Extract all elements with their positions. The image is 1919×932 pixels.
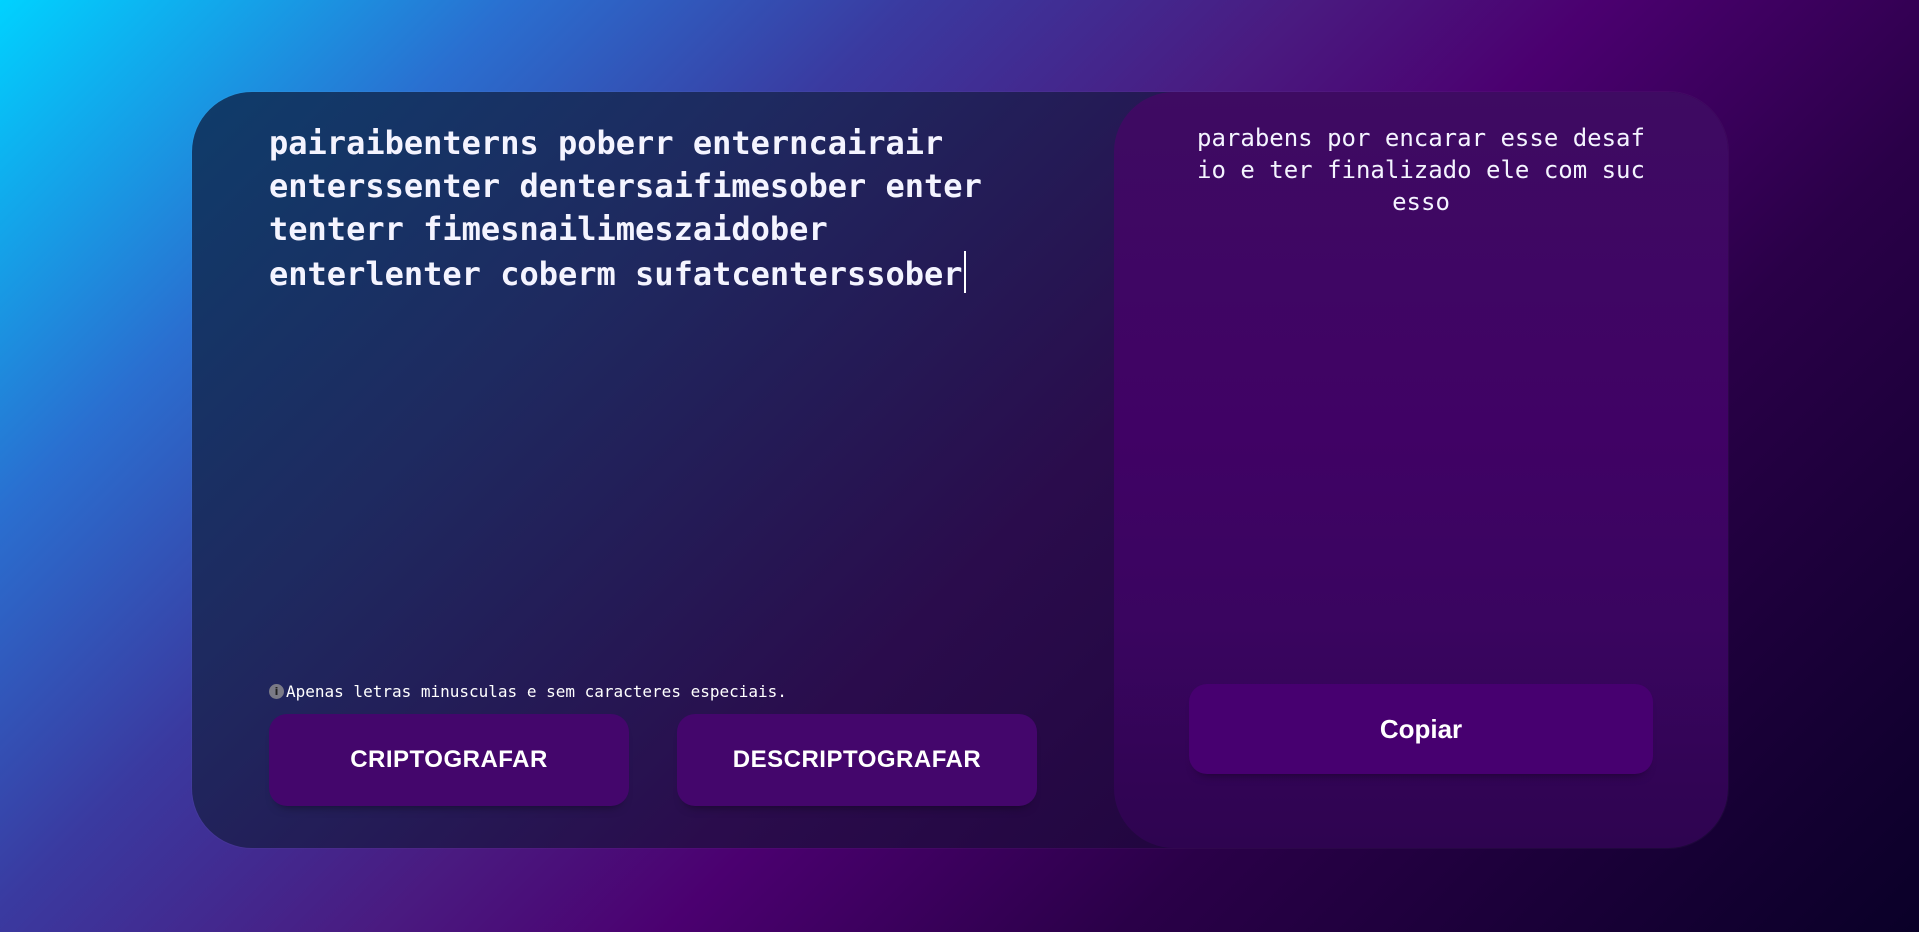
text-caret (963, 251, 966, 293)
copy-button[interactable]: Copiar (1189, 684, 1653, 774)
output-panel: parabens por encarar esse desafio e ter … (1114, 92, 1728, 848)
decrypt-button[interactable]: DESCRIPTOGRAFAR (677, 714, 1037, 806)
output-text: parabens por encarar esse desafio e ter … (1197, 124, 1645, 216)
input-textarea[interactable]: pairaibenterns poberr enterncairair ente… (269, 122, 1029, 682)
hint-text: Apenas letras minusculas e sem caractere… (286, 682, 787, 701)
encrypt-button[interactable]: CRIPTOGRAFAR (269, 714, 629, 806)
input-text[interactable]: pairaibenterns poberr enterncairair ente… (269, 122, 1029, 296)
input-hint: i Apenas letras minusculas e sem caracte… (269, 682, 787, 701)
info-icon: i (269, 684, 284, 699)
